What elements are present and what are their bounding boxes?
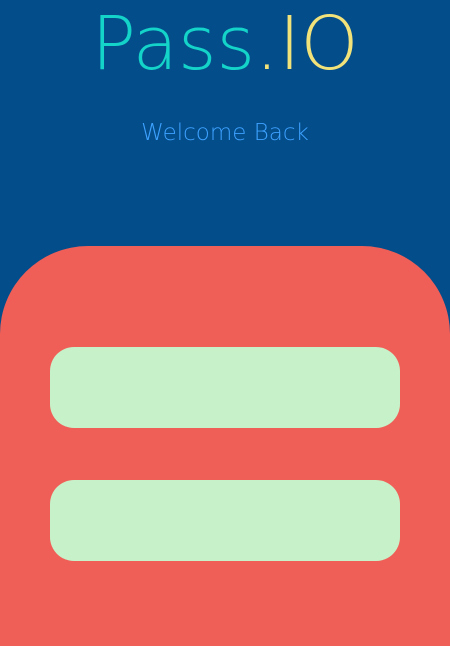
logo-text-accent: .IO [255,1,359,87]
logo-text-main: Pass [91,1,256,87]
password-field[interactable] [50,480,400,561]
welcome-text: Welcome Back [141,120,309,146]
login-panel [0,246,450,646]
username-field[interactable] [50,347,400,428]
app-logo: Pass.IO [0,4,450,84]
login-screen: Pass.IO Welcome Back [0,0,450,646]
